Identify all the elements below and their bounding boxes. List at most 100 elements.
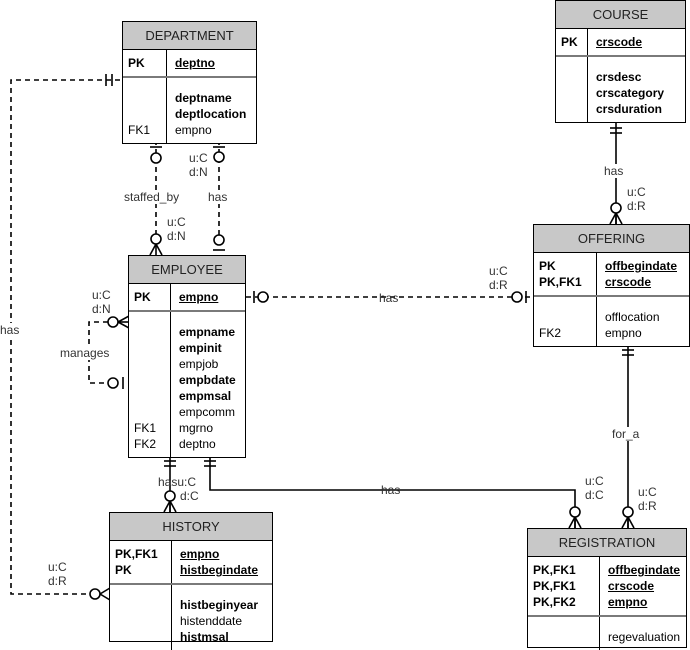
attribute[interactable]: empno: [175, 122, 252, 138]
key-column: PK: [123, 50, 167, 76]
key-label: [561, 69, 583, 85]
attribute[interactable]: empinit: [179, 340, 241, 356]
attribute[interactable]: empname: [179, 324, 241, 340]
key-column: PK,FK1 PK,FK1 PK,FK2: [528, 557, 600, 615]
constraint-u: u:C: [48, 560, 67, 574]
attribute[interactable]: histenddate: [180, 613, 268, 629]
key-label: [134, 356, 166, 372]
entity-title: REGISTRATION: [528, 529, 686, 557]
attribute[interactable]: empbdate: [179, 372, 241, 388]
entity-title: HISTORY: [110, 513, 272, 541]
key-label: [115, 597, 167, 613]
attribute-column: histbeginyear histenddate histmsal: [172, 585, 272, 650]
key-column: [110, 585, 172, 650]
attribute[interactable]: deptlocation: [175, 106, 252, 122]
attribute[interactable]: crsdesc: [596, 69, 681, 85]
primary-key-attribute[interactable]: empno: [180, 546, 268, 562]
attribute-column: crsdesc crscategory crsduration: [588, 57, 685, 122]
entity-title: COURSE: [556, 1, 685, 29]
entity-title: OFFERING: [534, 225, 689, 253]
primary-key-attribute[interactable]: crscode: [596, 34, 681, 50]
primary-key-attribute[interactable]: crscode: [605, 274, 685, 290]
constraint-u: u:C: [585, 474, 604, 488]
constraint-d: d:C: [585, 488, 604, 502]
primary-key-section: PK,FK1 PK empno histbegindate: [110, 541, 272, 585]
key-column: PK PK,FK1: [534, 253, 597, 295]
entity-registration[interactable]: REGISTRATION PK,FK1 PK,FK1 PK,FK2 offbeginda…: [527, 528, 687, 650]
entity-offering[interactable]: OFFERING PK PK,FK1 offbegindate crscode FK2 of…: [533, 224, 690, 347]
key-label: [533, 629, 595, 645]
attribute[interactable]: empmsal: [179, 388, 241, 404]
key-column: FK1 FK2: [129, 312, 171, 457]
constraint-u: u:C: [92, 288, 111, 302]
attribute-column: offlocation empno: [597, 297, 689, 346]
attribute-section: FK1 FK2 empname empinit empjob empbdate empmsa…: [129, 312, 245, 457]
constraint-d: d:N: [167, 229, 186, 243]
primary-key-attribute[interactable]: crscode: [608, 578, 682, 594]
primary-key-attribute[interactable]: empno: [608, 594, 682, 610]
key-label: [539, 309, 592, 325]
key-label: [115, 613, 167, 629]
entity-title: EMPLOYEE: [129, 256, 245, 284]
attribute-section: FK2 offlocation empno: [534, 297, 689, 346]
attribute[interactable]: empno: [605, 325, 685, 341]
primary-key-attribute[interactable]: offbegindate: [605, 258, 685, 274]
key-label: PK,FK1: [533, 579, 576, 593]
constraint-d: d:R: [638, 499, 657, 513]
key-label: [128, 106, 162, 122]
primary-key-attribute[interactable]: deptno: [175, 55, 252, 71]
label-emp-has-registration: has: [381, 483, 401, 497]
entity-course[interactable]: COURSE PK crscode crsdesc crscategory crsdura…: [555, 0, 686, 123]
attribute[interactable]: crscategory: [596, 85, 681, 101]
primary-key-attribute[interactable]: offbegindate: [608, 562, 682, 578]
label-dept-has: has: [208, 190, 228, 204]
attribute[interactable]: deptno: [179, 436, 241, 452]
constraint-u: u:C: [489, 264, 508, 278]
constraint-u: u:C: [638, 485, 657, 499]
attribute[interactable]: empcomm: [179, 404, 241, 420]
attribute[interactable]: empjob: [179, 356, 241, 372]
label-staffed-by: staffed_by: [124, 190, 180, 204]
key-label: [134, 404, 166, 420]
label-emp-has-offering: has: [379, 291, 399, 305]
key-column: FK2: [534, 297, 597, 346]
attribute[interactable]: crsduration: [596, 101, 681, 117]
key-label: PK: [134, 290, 151, 304]
attribute[interactable]: offlocation: [605, 309, 685, 325]
label-dept-has-history: has: [0, 323, 20, 337]
attribute-column: deptno: [167, 50, 256, 76]
constraint-d: d:N: [189, 165, 208, 179]
key-column: [556, 57, 588, 122]
attribute[interactable]: mgrno: [179, 420, 241, 436]
attribute-column: empname empinit empjob empbdate empmsal empco…: [171, 312, 245, 457]
key-label: [128, 90, 162, 106]
label-manages: manages: [60, 346, 110, 360]
key-label: [134, 372, 166, 388]
key-column: FK1: [123, 78, 167, 143]
key-label: PK: [128, 56, 145, 70]
attribute[interactable]: regevaluation: [608, 629, 682, 645]
attribute[interactable]: histmsal: [180, 629, 268, 645]
connector-dept-has-history[interactable]: [10, 74, 120, 601]
attribute[interactable]: histbeginyear: [180, 597, 268, 613]
primary-key-attribute[interactable]: histbegindate: [180, 562, 268, 578]
key-label: PK: [561, 35, 578, 49]
attribute-column: deptname deptlocation empno: [167, 78, 256, 143]
attribute-section: FK1 deptname deptlocation empno: [123, 78, 256, 143]
primary-key-attribute[interactable]: empno: [179, 289, 241, 305]
constraint-u: u:C: [627, 185, 646, 199]
entity-employee[interactable]: EMPLOYEE PK empno FK1 FK2 empname empinit empjo…: [128, 255, 246, 458]
attribute-section: regevaluation: [528, 617, 686, 650]
label-for-a: for_a: [612, 427, 640, 441]
primary-key-section: PK PK,FK1 offbegindate crscode: [534, 253, 689, 297]
key-label: FK2: [539, 326, 562, 340]
key-label: [134, 340, 166, 356]
key-label: [115, 629, 167, 645]
key-label: PK: [539, 259, 556, 273]
key-label: FK1: [134, 421, 157, 435]
attribute-column: empno histbegindate: [172, 541, 272, 583]
entity-department[interactable]: DEPARTMENT PK deptno FK1 deptname deptlocatio…: [122, 21, 257, 144]
key-label: PK,FK1: [115, 547, 158, 561]
entity-history[interactable]: HISTORY PK,FK1 PK empno histbegindate histbeg…: [109, 512, 273, 650]
attribute[interactable]: deptname: [175, 90, 252, 106]
